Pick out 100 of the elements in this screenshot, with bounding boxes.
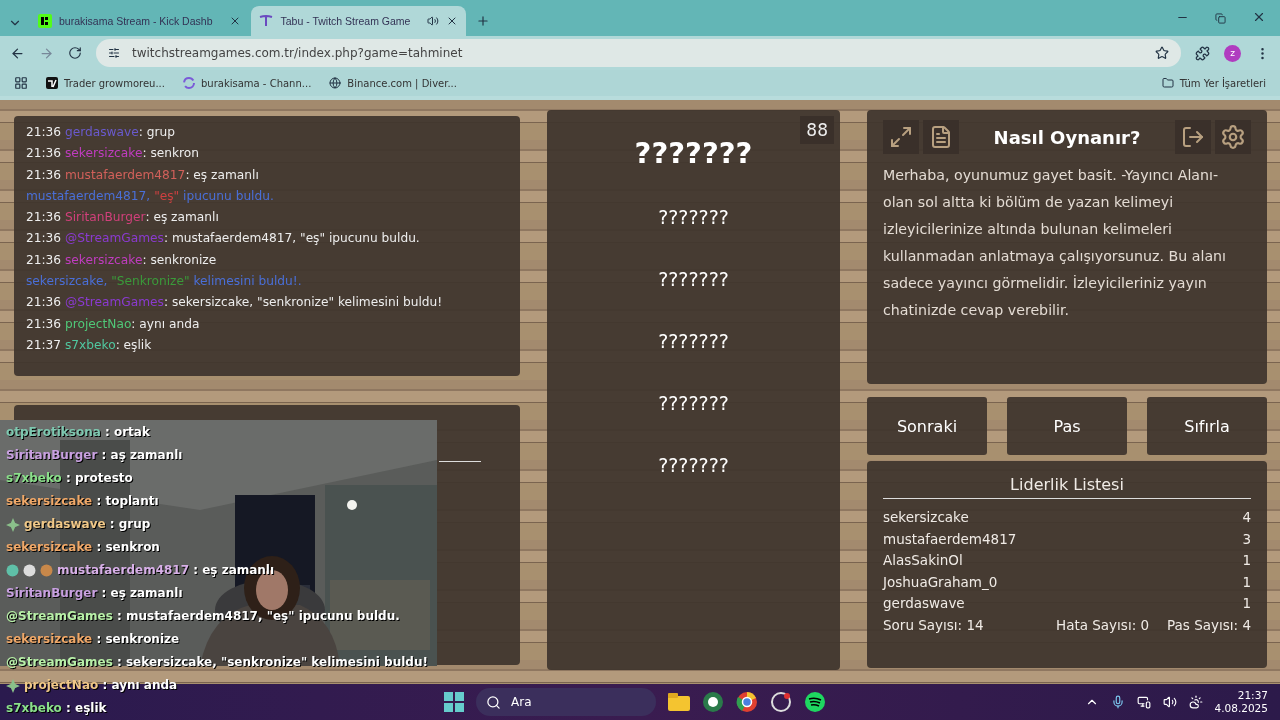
- chat-time: 21:37: [26, 337, 62, 352]
- overlay-chat-line: mustafaerdem4817 : eş zamanlı: [57, 562, 275, 579]
- player-score: 1: [1242, 551, 1251, 570]
- document-icon: [929, 125, 953, 149]
- swoosh-icon: [259, 14, 274, 28]
- chat-time: 21:36: [26, 316, 62, 331]
- chat-username: sekersizcake: [65, 146, 143, 161]
- forbidden-word: ???????: [658, 268, 729, 290]
- player-score: 3: [1242, 529, 1251, 549]
- overlay-chat-line: @StreamGames : sekersizcake, "senkronize" kelimesini buldu!: [6, 654, 428, 671]
- chat-username: sekersizcake: [65, 252, 143, 267]
- cloud-icon[interactable]: [1188, 695, 1203, 709]
- system-message: mustafaerdem4817,: [26, 188, 152, 203]
- all-bookmarks-link[interactable]: Tüm Yer İşaretleri: [1179, 77, 1266, 89]
- stat-text: Hata Sayısı: 0: [1056, 615, 1150, 635]
- settings-icon: [1220, 124, 1246, 150]
- leaderboard-title: Liderlik Listesi: [883, 475, 1251, 499]
- player-score: 4: [1242, 508, 1251, 527]
- stat-text: Pas Sayısı: 4: [1167, 615, 1251, 635]
- overlay-chat-line: gerdaswave : grup: [24, 516, 151, 533]
- fullscreen-button[interactable]: [883, 120, 919, 154]
- chat-time: 21:36: [26, 252, 62, 267]
- search-field[interactable]: Ara: [476, 688, 656, 716]
- badge-icon: [23, 564, 36, 577]
- overlay-chat-line: otpErotiksona : ortak: [6, 424, 150, 441]
- player-name: sekersizcake: [883, 508, 969, 527]
- game-button[interactable]: Sonraki: [867, 397, 987, 455]
- network-icon[interactable]: [1136, 695, 1151, 709]
- extensions-icon[interactable]: [1195, 45, 1210, 61]
- chat-message: : eşlik: [115, 337, 152, 352]
- instructions-text: Merhaba, oyunumuz gayet basit. -Yayıncı Alanı- olan sol altta ki bölüm de yazan kelimeyi izleyicilerinize altında bulunan kelimeleri kullanmadan anlatmaya çalışıyorsunuz. Bu alanı sadece yayıncı görmelidir. İzleyicileriniz yayın chatinizde cevap verebilir.: [883, 166, 1227, 320]
- chat-message: : senkronize: [142, 252, 217, 267]
- player-name: JoshuaGraham_0: [883, 572, 998, 592]
- system-message: "eş": [154, 188, 180, 203]
- panel-title: Nasıl Oynanır?: [992, 126, 1142, 148]
- overlay-chat-line: SiritanBurger : eş zamanlı: [6, 585, 183, 602]
- chat-time: 21:36: [26, 125, 62, 139]
- chat-username: @StreamGames: [65, 231, 164, 246]
- chat-username: mustafaerdem4817: [65, 167, 186, 182]
- clock-time: 21:37: [1237, 689, 1268, 702]
- game-button[interactable]: Pas: [1007, 397, 1127, 455]
- overlay-chat-line: sekersizcake : toplantı: [6, 493, 159, 510]
- restore-icon[interactable]: [1215, 13, 1226, 24]
- chat-message: : sekersizcake, "senkronize" kelimesini buldu!: [163, 295, 443, 310]
- system-message: sekersizcake,: [26, 274, 109, 289]
- chat-time: 21:36: [26, 231, 62, 246]
- chat-message: : eş zamanlı: [185, 167, 259, 182]
- app-icon[interactable]: [702, 691, 724, 713]
- browser-tab[interactable]: Tabu - Twitch Stream Game: [251, 6, 467, 36]
- settings-button[interactable]: [1215, 120, 1251, 154]
- clock[interactable]: 21:37 4.08.2025: [1214, 689, 1268, 715]
- windows-icon[interactable]: [444, 692, 464, 712]
- system-message: ipucunu buldu.: [182, 188, 274, 203]
- badge-icon: [6, 564, 19, 577]
- bookmark-link[interactable]: Binance.com | Diver...: [347, 77, 457, 89]
- search-placeholder: Ara: [511, 695, 532, 709]
- kick-icon: [38, 14, 52, 28]
- exit-button[interactable]: [1175, 120, 1211, 154]
- reload-button[interactable]: [68, 46, 82, 60]
- close-icon[interactable]: [1252, 10, 1266, 24]
- address-bar[interactable]: twitchstreamgames.com.tr/index.php?game=tahminet: [96, 39, 1181, 67]
- profile-avatar[interactable]: z: [1224, 44, 1241, 62]
- forbidden-word: ???????: [658, 206, 729, 228]
- gem-icon: [6, 517, 20, 532]
- stat-text: Soru Sayısı: 14: [883, 615, 984, 635]
- player-score: 1: [1242, 572, 1251, 592]
- chat-time: 21:36: [26, 167, 62, 182]
- folder-icon[interactable]: [668, 693, 690, 711]
- globe-icon: [329, 77, 342, 89]
- browser-tab[interactable]: burakisama Stream - Kick Dashb: [30, 6, 250, 36]
- volume-icon[interactable]: [1162, 695, 1177, 709]
- chat-time: 21:36: [26, 295, 62, 310]
- chat-time: 21:36: [26, 210, 62, 225]
- chat-message: : mustafaerdem4817, "eş" ipucunu buldu.: [163, 231, 420, 246]
- forbidden-word: ???????: [658, 454, 729, 476]
- folder-icon: [1161, 77, 1174, 89]
- new-tab-button[interactable]: [476, 14, 491, 28]
- microphone-icon[interactable]: [1110, 695, 1125, 709]
- app-icon[interactable]: [770, 691, 792, 713]
- game-button[interactable]: Sıfırla: [1147, 397, 1267, 455]
- clock-date: 4.08.2025: [1214, 702, 1268, 715]
- back-button[interactable]: [10, 45, 25, 61]
- browser-icon[interactable]: [736, 691, 758, 713]
- overlay-chat-line: sekersizcake : senkronize: [6, 631, 180, 648]
- forbidden-word: ???????: [658, 330, 729, 352]
- system-message: "Senkronize": [111, 274, 190, 289]
- gem-icon: [6, 678, 20, 693]
- forbidden-word: ???????: [658, 392, 729, 414]
- chat-time: 21:36: [26, 146, 62, 161]
- timer-counter: 88: [800, 116, 834, 144]
- star-icon[interactable]: [1155, 46, 1169, 60]
- chat-message: : eş zamanlı: [145, 210, 219, 225]
- speaker-icon[interactable]: [427, 15, 440, 27]
- bookmark-link[interactable]: Trader growmoreu...: [64, 77, 165, 89]
- player-name: gerdaswave: [883, 594, 965, 613]
- site-info-icon[interactable]: [108, 47, 120, 59]
- bookmark-link[interactable]: burakisama - Chann...: [201, 77, 312, 89]
- document-button[interactable]: [923, 120, 959, 154]
- music-app-icon[interactable]: [804, 691, 826, 713]
- apps-icon[interactable]: [14, 76, 28, 90]
